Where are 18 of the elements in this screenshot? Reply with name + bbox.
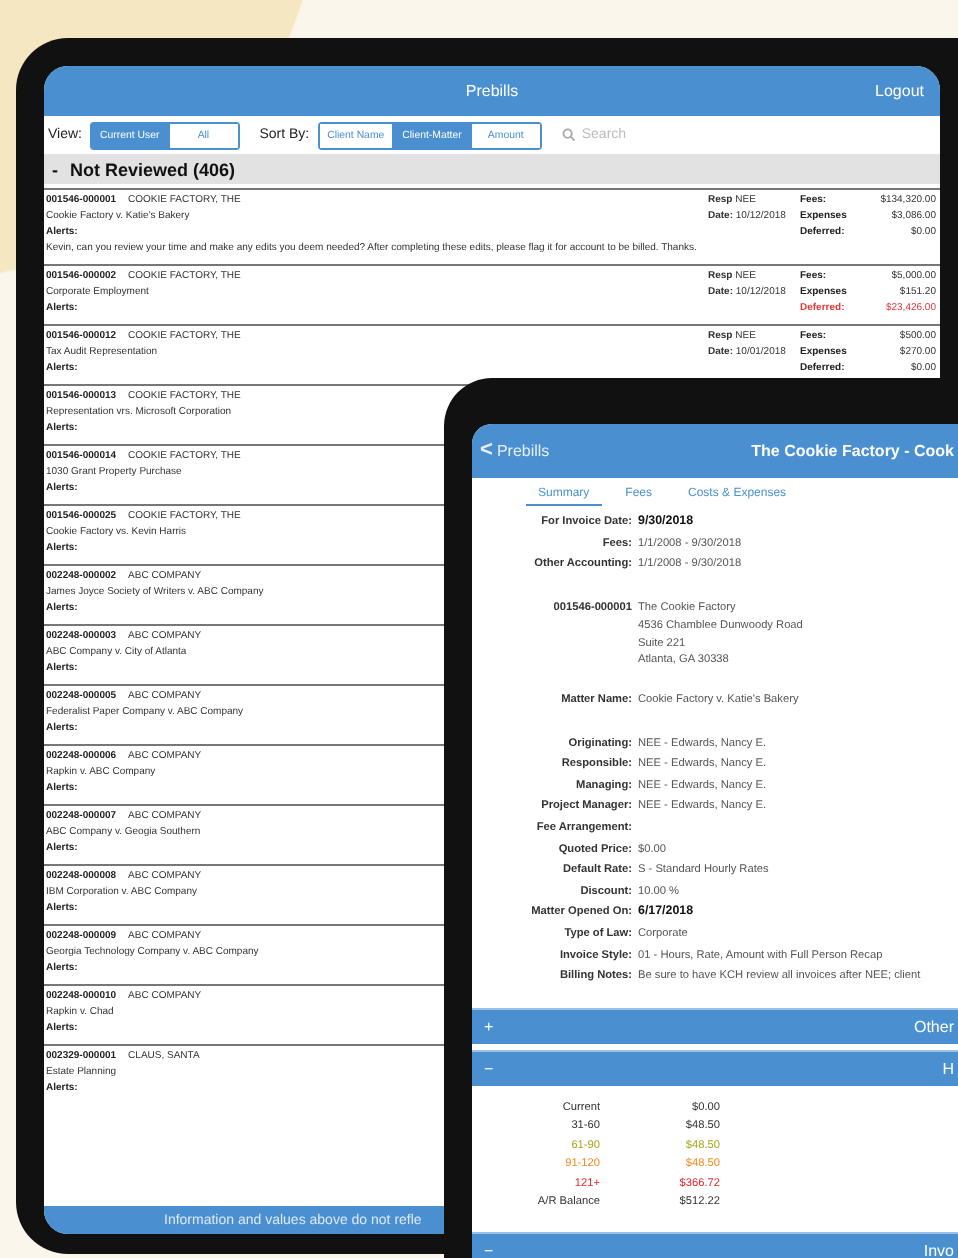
- toggle-sign: −: [484, 1241, 494, 1258]
- screen-title: Prebills: [465, 82, 519, 100]
- back-chevron-icon: <: [480, 440, 493, 462]
- section-bar[interactable]: + Other: [472, 1007, 958, 1044]
- section-title: Other: [913, 1017, 954, 1036]
- toggle-sign: +: [484, 1017, 494, 1036]
- logout-button[interactable]: Logout: [875, 82, 924, 100]
- section-header[interactable]: - Not Reviewed (406): [44, 154, 940, 184]
- section-title: H: [942, 1059, 954, 1078]
- toggle-sign: −: [484, 1059, 494, 1078]
- section-title: Not Reviewed (406): [70, 159, 236, 179]
- section-bar[interactable]: − H: [472, 1049, 958, 1086]
- section-title: Invo: [923, 1241, 954, 1258]
- back-button[interactable]: < Prebills: [480, 440, 550, 462]
- screen-title: The Cookie Factory - Cook: [751, 442, 954, 460]
- section-bar[interactable]: − Invo: [472, 1231, 958, 1258]
- collapse-toggle[interactable]: -: [52, 159, 58, 179]
- search-icon: [561, 128, 576, 142]
